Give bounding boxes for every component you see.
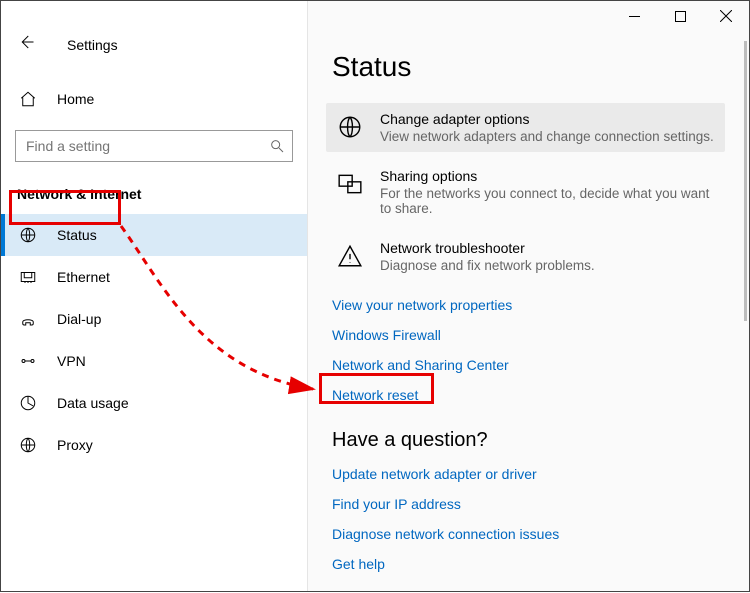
sidebar-item-dialup[interactable]: Dial-up <box>1 298 307 340</box>
link-get-help[interactable]: Get help <box>332 556 725 572</box>
option-desc: Diagnose and fix network problems. <box>380 258 715 273</box>
option-desc: View network adapters and change connect… <box>380 129 715 144</box>
troubleshoot-icon <box>336 242 364 270</box>
maximize-button[interactable] <box>657 1 703 31</box>
question-heading: Have a question? <box>332 429 725 452</box>
dialup-icon <box>19 310 37 328</box>
option-body: Sharing options For the networks you con… <box>380 168 715 216</box>
main-panel: Status Change adapter options View netwo… <box>308 1 749 591</box>
option-troubleshooter[interactable]: Network troubleshooter Diagnose and fix … <box>326 232 725 281</box>
option-title: Sharing options <box>380 168 715 184</box>
scrollbar-thumb[interactable] <box>744 41 747 321</box>
search-wrap <box>15 130 293 162</box>
link-diagnose-issues[interactable]: Diagnose network connection issues <box>332 526 725 542</box>
minimize-button[interactable] <box>611 1 657 31</box>
links-section: View your network properties Windows Fir… <box>332 297 725 403</box>
sidebar-item-status[interactable]: Status <box>1 214 307 256</box>
adapter-icon <box>336 113 364 141</box>
sidebar-item-label: Status <box>57 227 97 243</box>
option-body: Network troubleshooter Diagnose and fix … <box>380 240 715 273</box>
scrollbar[interactable] <box>739 41 747 589</box>
search-input[interactable] <box>15 130 293 162</box>
data-usage-icon <box>19 394 37 412</box>
link-network-reset[interactable]: Network reset <box>332 387 725 403</box>
home-label: Home <box>57 91 94 107</box>
network-status-icon <box>19 226 37 244</box>
link-view-properties[interactable]: View your network properties <box>332 297 725 313</box>
link-update-adapter[interactable]: Update network adapter or driver <box>332 466 725 482</box>
option-body: Change adapter options View network adap… <box>380 111 715 144</box>
link-find-ip[interactable]: Find your IP address <box>332 496 725 512</box>
option-title: Network troubleshooter <box>380 240 715 256</box>
question-links-section: Update network adapter or driver Find yo… <box>332 466 725 572</box>
app-frame: Settings Home Network & Internet Status <box>1 1 749 591</box>
link-windows-firewall[interactable]: Windows Firewall <box>332 327 725 343</box>
ethernet-icon <box>19 268 37 286</box>
sidebar-item-ethernet[interactable]: Ethernet <box>1 256 307 298</box>
sidebar-item-label: Proxy <box>57 437 93 453</box>
vpn-icon <box>19 352 37 370</box>
sidebar-item-label: Ethernet <box>57 269 110 285</box>
search-icon <box>269 138 285 154</box>
option-desc: For the networks you connect to, decide … <box>380 186 715 216</box>
sidebar-item-label: Dial-up <box>57 311 101 327</box>
sidebar: Settings Home Network & Internet Status <box>1 1 308 591</box>
option-sharing[interactable]: Sharing options For the networks you con… <box>326 160 725 224</box>
window-controls <box>611 1 749 31</box>
sidebar-item-data-usage[interactable]: Data usage <box>1 382 307 424</box>
link-network-sharing-center[interactable]: Network and Sharing Center <box>332 357 725 373</box>
close-button[interactable] <box>703 1 749 31</box>
sidebar-item-label: Data usage <box>57 395 129 411</box>
section-heading: Network & Internet <box>1 180 307 214</box>
back-icon[interactable] <box>9 29 43 60</box>
home-icon <box>19 90 37 108</box>
sharing-icon <box>336 170 364 198</box>
title-row: Settings <box>1 29 307 60</box>
option-change-adapter[interactable]: Change adapter options View network adap… <box>326 103 725 152</box>
sidebar-item-proxy[interactable]: Proxy <box>1 424 307 466</box>
sidebar-item-label: VPN <box>57 353 86 369</box>
proxy-icon <box>19 436 37 454</box>
page-heading: Status <box>332 51 725 83</box>
window-title: Settings <box>67 37 118 53</box>
home-row[interactable]: Home <box>1 80 307 118</box>
option-title: Change adapter options <box>380 111 715 127</box>
sidebar-item-vpn[interactable]: VPN <box>1 340 307 382</box>
